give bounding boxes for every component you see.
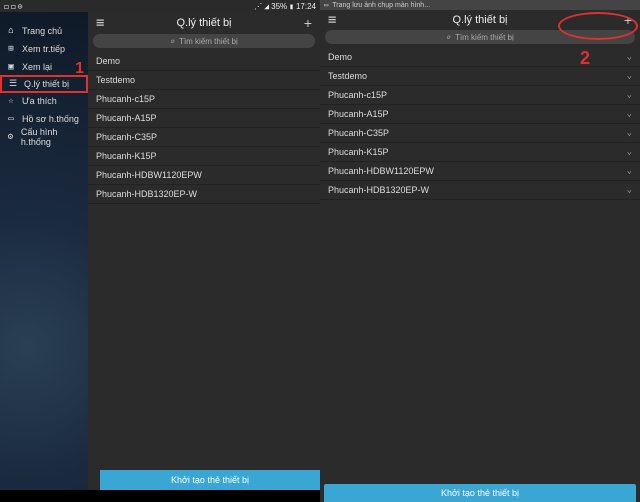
chevron-down-icon: ⌄: [627, 90, 632, 100]
hamburger-icon[interactable]: ≡: [96, 15, 104, 31]
header-right: ≡ Q.lý thiết bị +: [320, 10, 640, 30]
device-item[interactable]: Phucanh-HDB1320EP-W⌄: [320, 181, 640, 200]
chevron-down-icon: ⌄: [627, 185, 632, 195]
chevron-down-icon: ⌄: [627, 71, 632, 81]
sidebar-item-liveview[interactable]: ⊞ Xem tr.tiếp: [0, 40, 88, 58]
chevron-down-icon: ⌄: [627, 166, 632, 176]
battery-text: 35%: [271, 2, 287, 11]
add-device-icon[interactable]: +: [304, 15, 312, 31]
device-item[interactable]: Phucanh-HDBW1120EPW⌄: [320, 162, 640, 181]
search-placeholder: Tìm kiếm thiết bị: [455, 33, 514, 42]
sidebar-label: Trang chủ: [22, 26, 62, 36]
notif-icon-2: ◻: [11, 2, 16, 11]
chevron-down-icon: ⌄: [627, 52, 632, 62]
sidebar-item-home[interactable]: ⌂ Trang chủ: [0, 22, 88, 40]
header-left: ≡ Q.lý thiết bị +: [88, 12, 320, 34]
files-icon: ▭: [6, 114, 16, 124]
home-icon: ⌂: [6, 26, 16, 36]
device-item[interactable]: Phucanh-c15P⌄: [320, 86, 640, 105]
device-item[interactable]: Demo: [88, 52, 320, 71]
search-icon: ⌕: [446, 33, 451, 42]
chevron-down-icon: ⌄: [627, 128, 632, 138]
sidebar-item-favorite[interactable]: ☆ Ưa thích: [0, 92, 88, 110]
device-item[interactable]: Phucanh-HDB1320EP-W: [88, 185, 320, 204]
device-list-left: Demo Testdemo Phucanh-c15P Phucanh-A15P …: [88, 52, 320, 490]
device-item[interactable]: Phucanh-K15P⌄: [320, 143, 640, 162]
device-icon: ☰: [8, 79, 18, 89]
screenshot-icon: ▭: [324, 1, 328, 9]
page-title: Q.lý thiết bị: [452, 14, 507, 26]
device-item[interactable]: Phucanh-C35P⌄: [320, 124, 640, 143]
screenshot-text: Trang lưu ảnh chụp màn hình...: [332, 2, 430, 9]
sidebar-item-config[interactable]: ⚙ Cấu hình h.thống: [0, 128, 88, 146]
search-input-left[interactable]: ⌕ Tìm kiếm thiết bị: [93, 34, 315, 48]
battery-icon: ▮: [289, 2, 294, 11]
search-input-right[interactable]: ⌕ Tìm kiếm thiết bị: [325, 30, 635, 44]
search-placeholder: Tìm kiếm thiết bị: [179, 37, 238, 46]
device-item[interactable]: Phucanh-A15P⌄: [320, 105, 640, 124]
sidebar-label: Xem lại: [22, 62, 52, 72]
sidebar-item-files[interactable]: ▭ Hồ sơ h.thống: [0, 110, 88, 128]
annotation-1: 1: [75, 60, 84, 78]
device-item[interactable]: Phucanh-C35P: [88, 128, 320, 147]
chevron-down-icon: ⌄: [627, 109, 632, 119]
notif-icon-3: ⊙: [18, 2, 23, 11]
sidebar-label: Ưa thích: [22, 96, 57, 106]
phone-right-panel: ▭ Trang lưu ảnh chụp màn hình... ≡ Q.lý …: [320, 0, 640, 502]
device-item[interactable]: Phucanh-HDBW1120EPW: [88, 166, 320, 185]
search-icon: ⌕: [170, 37, 175, 46]
status-bar-right: ▭ Trang lưu ảnh chụp màn hình...: [320, 0, 640, 10]
page-title: Q.lý thiết bị: [176, 17, 231, 29]
wifi-icon: ⋰: [254, 2, 262, 11]
init-card-button-right[interactable]: Khởi tạo thẻ thiết bị: [324, 484, 636, 502]
device-item[interactable]: Demo⌄: [320, 48, 640, 67]
sidebar: ⌂ Trang chủ ⊞ Xem tr.tiếp ▣ Xem lại ☰ Q.…: [0, 12, 88, 490]
sidebar-label: Xem tr.tiếp: [22, 44, 65, 54]
playback-icon: ▣: [6, 62, 16, 72]
phone-left-panel: ◻ ◻ ⊙ ⋰ ◢ 35% ▮ 17:24 ⌂ Trang chủ ⊞ Xem …: [0, 0, 320, 502]
gear-icon: ⚙: [6, 132, 15, 142]
notif-icon: ◻: [4, 2, 9, 11]
add-device-icon[interactable]: +: [624, 12, 632, 28]
device-item[interactable]: Phucanh-A15P: [88, 109, 320, 128]
sidebar-label: Q.lý thiết bị: [24, 79, 69, 89]
sidebar-label: Cấu hình h.thống: [21, 127, 82, 147]
status-time: 17:24: [296, 2, 316, 11]
init-card-button-left[interactable]: Khởi tạo thẻ thiết bị: [100, 470, 320, 490]
live-icon: ⊞: [6, 44, 16, 54]
device-item[interactable]: Phucanh-c15P: [88, 90, 320, 109]
chevron-down-icon: ⌄: [627, 147, 632, 157]
sidebar-label: Hồ sơ h.thống: [22, 114, 79, 124]
device-item[interactable]: Phucanh-K15P: [88, 147, 320, 166]
device-list-right: Demo⌄ Testdemo⌄ Phucanh-c15P⌄ Phucanh-A1…: [320, 48, 640, 502]
status-bar-left: ◻ ◻ ⊙ ⋰ ◢ 35% ▮ 17:24: [0, 0, 320, 12]
hamburger-icon[interactable]: ≡: [328, 12, 336, 28]
annotation-2: 2: [580, 48, 590, 69]
main-panel-left: ≡ Q.lý thiết bị + ⌕ Tìm kiếm thiết bị De…: [88, 12, 320, 490]
favorite-icon: ☆: [6, 96, 16, 106]
signal-icon: ◢: [264, 2, 269, 11]
device-item[interactable]: Testdemo⌄: [320, 67, 640, 86]
device-item[interactable]: Testdemo: [88, 71, 320, 90]
